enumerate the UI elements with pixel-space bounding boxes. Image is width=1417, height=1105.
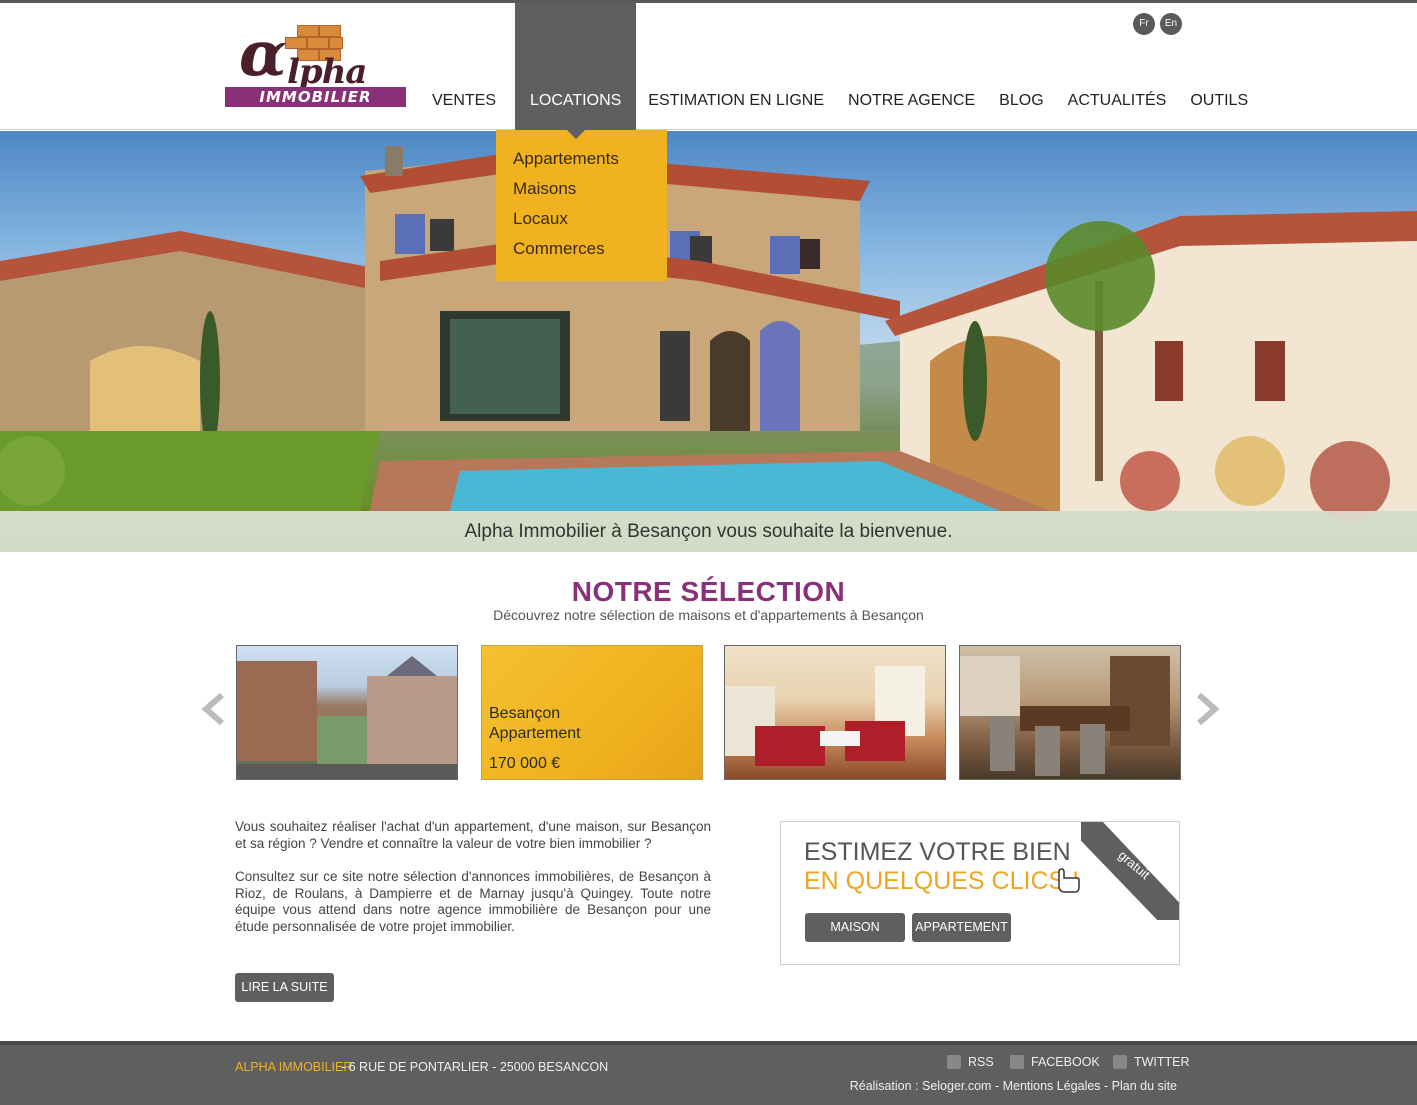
- nav-estimation[interactable]: Estimation en ligne: [636, 3, 836, 130]
- carousel-prev-button[interactable]: [198, 692, 228, 726]
- dropdown-locaux[interactable]: Locaux: [513, 208, 667, 238]
- selection-title: NOTRE SÉLECTION: [571, 576, 846, 607]
- property-card[interactable]: [724, 645, 946, 780]
- estimate-line-1: ESTIMEZ VOTRE BIEN: [804, 838, 1071, 866]
- realisation-link[interactable]: Réalisation : Seloger.com: [850, 1079, 992, 1093]
- site-footer: ALPHA IMMOBILIER - 6 RUE DE PONTARLIER -…: [0, 1041, 1417, 1105]
- hero-house-image: [0, 146, 1417, 521]
- estimate-box: ESTIMEZ VOTRE BIEN EN QUELQUES CLICS ! R…: [780, 821, 1180, 965]
- sitemap-link[interactable]: Plan du site: [1112, 1079, 1177, 1093]
- carousel-next-button[interactable]: [1193, 692, 1223, 726]
- card-type: Appartement: [489, 725, 581, 742]
- nav-caret: [566, 130, 585, 139]
- nav-blog[interactable]: Blog: [987, 3, 1055, 130]
- estimate-line-2: EN QUELQUES CLICS !: [804, 867, 1080, 895]
- property-card-featured[interactable]: Besançon Appartement 170 000 €: [481, 645, 703, 780]
- chevron-right-icon: [1197, 692, 1220, 726]
- property-photo-street: [237, 656, 457, 779]
- estimate-house-button[interactable]: Maison: [805, 913, 905, 942]
- property-photo-dining-room: [960, 656, 1170, 776]
- twitter-label: TWITTER: [1134, 1055, 1190, 1069]
- property-card[interactable]: [236, 645, 458, 780]
- chevron-left-icon: [201, 692, 224, 726]
- property-card[interactable]: [959, 645, 1181, 780]
- mentions-link[interactable]: Mentions Légales: [1003, 1079, 1101, 1093]
- main-nav: Ventes Locations Estimation en ligne Not…: [420, 3, 1260, 139]
- rss-link[interactable]: RSS: [947, 1055, 994, 1069]
- nav-outils[interactable]: Outils: [1178, 3, 1260, 130]
- footer-links: Réalisation : Seloger.com - Mentions Lég…: [849, 1079, 1177, 1093]
- facebook-label: FACEBOOK: [1031, 1055, 1100, 1069]
- card-city: Besançon: [489, 705, 561, 722]
- property-photo-living-room: [725, 666, 925, 766]
- dropdown-commerces[interactable]: Commerces: [513, 238, 667, 268]
- logo-band: IMMOBILIER: [225, 87, 406, 107]
- site-header: α lpha IMMOBILIER Fr En Ventes Locations…: [0, 3, 1417, 139]
- intro-paragraph-1: Vous souhaitez réaliser l'achat d'un app…: [235, 819, 711, 851]
- twitter-link[interactable]: TWITTER: [1113, 1055, 1190, 1069]
- nav-ventes[interactable]: Ventes: [420, 3, 508, 130]
- footer-brand[interactable]: ALPHA IMMOBILIER: [235, 1060, 352, 1074]
- locations-dropdown: Appartements Maisons Locaux Commerces: [496, 130, 667, 281]
- read-more-button[interactable]: Lire la suite: [235, 973, 334, 1002]
- nav-locations-label: Locations: [530, 92, 622, 109]
- twitter-icon: [1113, 1055, 1127, 1069]
- intro-text: Vous souhaitez réaliser l'achat d'un app…: [235, 819, 711, 935]
- estimate-apartment-button[interactable]: Appartement: [912, 913, 1011, 942]
- intro-paragraph-2: Consultez sur ce site notre sélection d'…: [235, 869, 711, 934]
- nav-agence[interactable]: Notre agence: [836, 3, 987, 130]
- logo-alpha-word: lpha: [287, 52, 367, 92]
- logo[interactable]: α lpha IMMOBILIER: [225, 17, 407, 109]
- dropdown-appartements[interactable]: Appartements: [513, 148, 667, 178]
- hero-caption: Alpha Immobilier à Besançon vous souhait…: [0, 511, 1417, 552]
- hero-banner: Alpha Immobilier à Besançon vous souhait…: [0, 131, 1417, 552]
- rss-icon: [947, 1055, 961, 1069]
- dropdown-maisons[interactable]: Maisons: [513, 178, 667, 208]
- card-price: 170 000 €: [489, 755, 561, 772]
- facebook-link[interactable]: FACEBOOK: [1010, 1055, 1100, 1069]
- facebook-icon: [1010, 1055, 1024, 1069]
- nav-locations[interactable]: Locations: [515, 3, 637, 139]
- footer-address: - 6 RUE DE PONTARLIER - 25000 BESANCON: [341, 1060, 609, 1074]
- selection-subtitle: Découvrez notre sélection de maisons et …: [493, 607, 924, 623]
- hand-pointer-icon: [1058, 868, 1080, 893]
- logo-alpha-glyph: α: [239, 17, 287, 90]
- rss-label: RSS: [968, 1055, 994, 1069]
- nav-actualites[interactable]: Actualités: [1056, 3, 1179, 130]
